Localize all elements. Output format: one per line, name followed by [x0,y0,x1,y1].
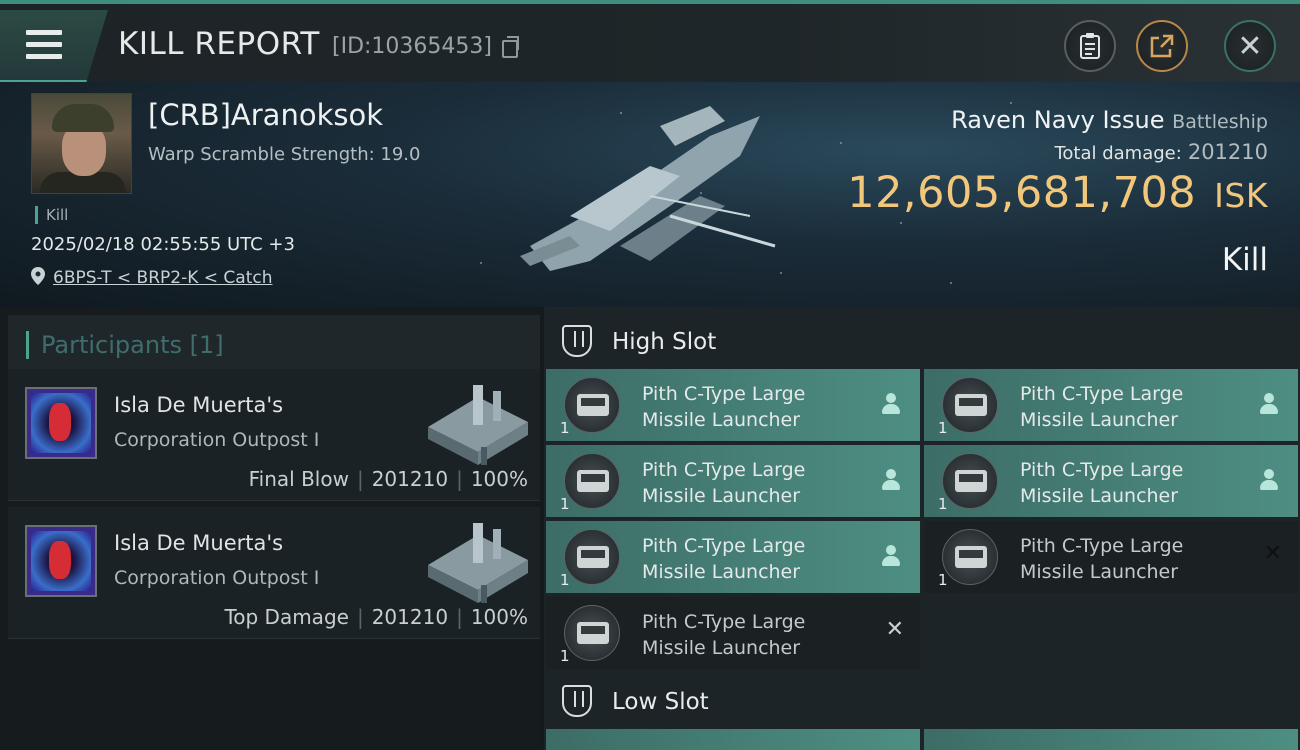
participant-name: Isla De Muerta's [114,531,284,555]
module-item[interactable]: 1 Pith C-Type Large Missile Launcher [546,445,920,517]
module-quantity: 1 [938,419,948,437]
participant-row[interactable]: Isla De Muerta's Corporation Outpost I F… [8,369,540,501]
participant-damage: 201210 [371,605,449,629]
module-name: Pith C-Type Large Missile Launcher [642,383,806,431]
high-slot-title: High Slot [612,329,717,355]
missile-launcher-icon [564,529,620,585]
pilot-avatar[interactable] [31,93,132,194]
missile-launcher-icon [564,453,620,509]
module-item[interactable]: 1 Pith C-Type Large Missile Launcher [924,445,1298,517]
module-quantity: 1 [560,495,570,513]
participant-stats: Final Blow | 201210 | 100% [248,467,528,491]
clipboard-button[interactable] [1064,20,1116,72]
ship-type: Raven Navy Issue [951,106,1165,134]
share-button[interactable] [1136,20,1188,72]
share-icon [1150,34,1174,58]
corp-logo [25,387,97,459]
isk-amount: 12,605,681,708 [847,168,1197,218]
missile-launcher-icon [564,605,620,661]
module-name: Pith C-Type Large Missile Launcher [1020,383,1184,431]
module-quantity: 1 [938,571,948,589]
clipboard-icon [1080,33,1100,59]
missile-launcher-icon [942,529,998,585]
participant-ship: Corporation Outpost I [114,567,320,589]
destroyed-x-icon: ✕ [1263,541,1282,566]
total-damage: Total damage: 201210 [1054,140,1268,164]
isk-value: 12,605,681,708 ISK [847,168,1268,218]
module-quantity: 1 [560,647,570,665]
close-icon: ✕ [1237,28,1263,64]
module-quantity: 1 [560,571,570,589]
outpost-image [428,523,528,603]
participant-ship: Corporation Outpost I [114,429,320,451]
participant-role: Top Damage [224,605,349,629]
missile-launcher-icon [564,377,620,433]
fitted-person-icon [1260,469,1278,491]
fitted-person-icon [882,469,900,491]
module-quantity: 1 [938,495,948,513]
fitted-person-icon [882,545,900,567]
kill-tag: Kill [35,206,68,224]
top-bar: KILL REPORT [ID:10365453] ✕ [0,0,1300,82]
ship-image[interactable] [510,96,780,281]
module-item[interactable]: 1 Pith C-Type Large Missile Launcher ✕ [546,597,920,669]
isk-unit: ISK [1214,176,1268,215]
total-damage-label: Total damage: [1054,143,1182,164]
module-name: Pith C-Type Large Missile Launcher [642,535,806,583]
participant-percent: 100% [470,605,528,629]
copy-icon[interactable] [502,36,519,58]
high-slot-icon [562,325,592,357]
hamburger-icon [26,30,62,60]
module-item[interactable]: 1 Pith C-Type Large Missile Launcher [546,521,920,593]
kill-result: Kill [1221,242,1268,278]
participants-header[interactable]: Participants [1] [8,315,540,371]
low-slot-title: Low Slot [612,689,709,715]
participants-title: Participants [1] [26,331,224,359]
location-link[interactable]: 6BPS-T < BRP2-K < Catch [53,268,272,288]
missile-launcher-icon [942,453,998,509]
module-name: Pith C-Type Large Missile Launcher [642,459,806,507]
module-quantity: 1 [560,419,570,437]
close-button[interactable]: ✕ [1224,20,1276,72]
module-item-partial[interactable] [924,729,1298,750]
participant-name: Isla De Muerta's [114,393,284,417]
report-id: [ID:10365453] [332,34,492,59]
module-name: Pith C-Type Large Missile Launcher [1020,459,1184,507]
participant-damage: 201210 [371,467,449,491]
menu-button[interactable] [0,10,108,82]
fitted-person-icon [882,393,900,415]
destroyed-x-icon: ✕ [885,617,904,642]
missile-launcher-icon [942,377,998,433]
high-slot-header: High Slot [544,311,1300,369]
module-item[interactable]: 1 Pith C-Type Large Missile Launcher [546,369,920,441]
warp-scramble-strength: Warp Scramble Strength: 19.0 [148,144,421,165]
outpost-image [428,385,528,465]
low-slot-header: Low Slot [544,671,1300,729]
corp-logo [25,525,97,597]
total-damage-value: 201210 [1187,140,1268,164]
location-pin-icon [31,267,45,285]
participant-percent: 100% [470,467,528,491]
ship-class: Battleship [1172,111,1268,133]
victim-banner: [CRB]Aranoksok Warp Scramble Strength: 1… [0,82,1300,307]
ship-name[interactable]: Raven Navy Issue Battleship [951,106,1268,134]
participant-role: Final Blow [248,467,349,491]
module-item[interactable]: 1 Pith C-Type Large Missile Launcher ✕ [924,521,1298,593]
participant-row[interactable]: Isla De Muerta's Corporation Outpost I T… [8,507,540,639]
module-name: Pith C-Type Large Missile Launcher [1020,535,1184,583]
page-title: KILL REPORT [118,26,320,62]
fitting-panel: High Slot 1 Pith C-Type Large Missile Lau… [544,307,1300,750]
module-name: Pith C-Type Large Missile Launcher [642,611,806,659]
pilot-name[interactable]: [CRB]Aranoksok [148,98,383,132]
participant-stats: Top Damage | 201210 | 100% [224,605,528,629]
module-item-partial[interactable] [546,729,920,750]
participants-panel: Participants [1] Isla De Muerta's Corpor… [0,307,540,750]
module-item[interactable]: 1 Pith C-Type Large Missile Launcher [924,369,1298,441]
kill-datetime: 2025/02/18 02:55:55 UTC +3 [31,234,295,255]
low-slot-icon [562,685,592,717]
fitted-person-icon [1260,393,1278,415]
